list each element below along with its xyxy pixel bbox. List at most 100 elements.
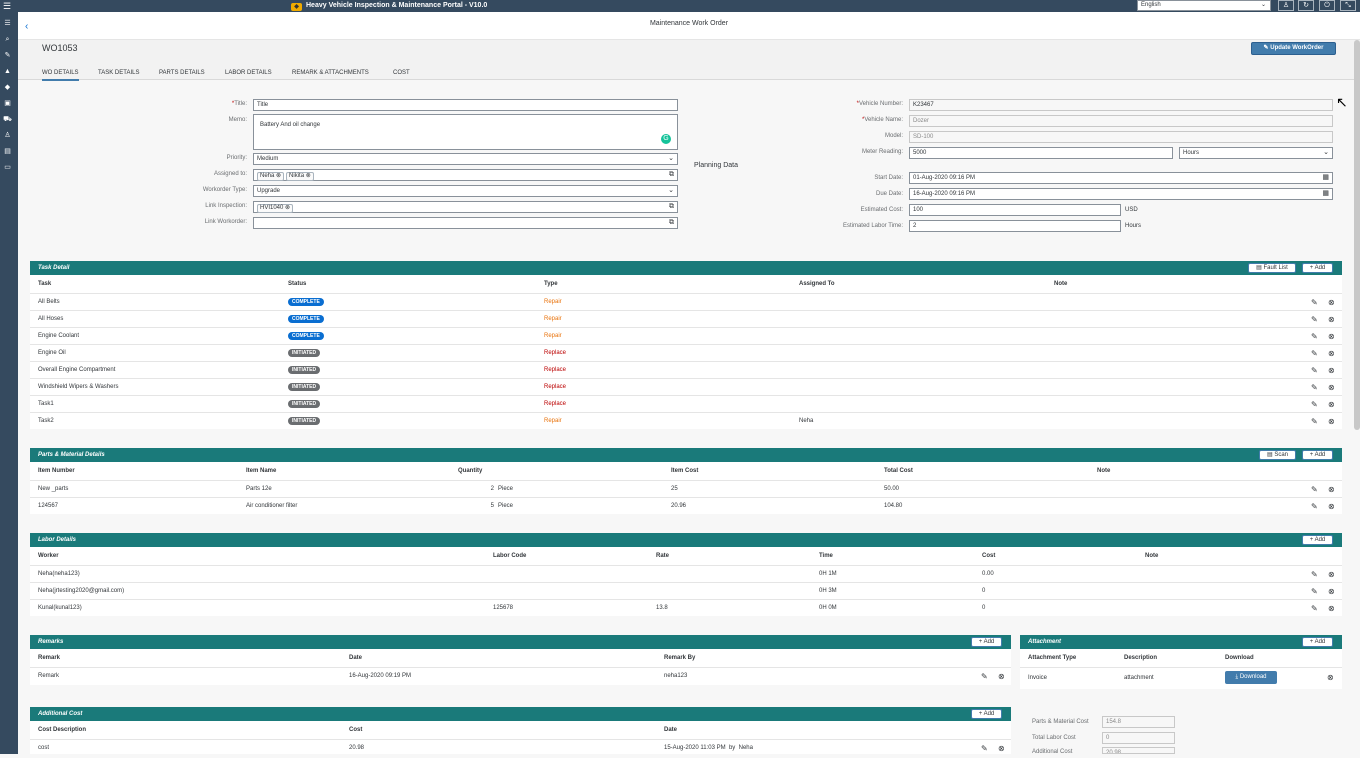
sidebar-diamond-icon[interactable]: ◆ [2,83,13,92]
item-quantity: 5 [490,503,494,509]
estimated-cost-input[interactable]: 100 [909,204,1121,216]
delete-icon[interactable]: ⊗ [1328,481,1335,498]
sidebar-image-icon[interactable]: ▣ [2,99,13,108]
link-workorder-input[interactable]: ⧉ [253,217,678,229]
inspection-token[interactable]: HVI1040 ⊗ [257,204,294,213]
calendar-icon[interactable]: ▦ [1322,173,1329,183]
edit-icon[interactable]: ✎ [1311,566,1318,583]
tab-cost[interactable]: COST [393,69,410,77]
vehicle-number-input[interactable]: K23467 [909,99,1333,111]
task-name: All Hoses [38,316,64,322]
add-remark-button[interactable]: + Add [971,637,1002,647]
delete-icon[interactable]: ⊗ [1328,566,1335,583]
remarks-header: Remarks + Add [30,635,1011,649]
hamburger-menu-icon[interactable]: ☰ [2,1,12,11]
grammarly-icon[interactable]: G [661,134,671,144]
add-task-button[interactable]: + Add [1302,263,1333,273]
download-button[interactable]: ⤓ Download [1225,671,1277,684]
edit-icon[interactable]: ✎ [1311,600,1318,617]
tab-wo-details[interactable]: WO DETAILS [42,69,79,81]
add-attachment-button[interactable]: + Add [1302,637,1333,647]
scan-button[interactable]: ▤ Scan [1259,450,1296,460]
edit-icon[interactable]: ✎ [981,740,988,757]
sidebar-search-icon[interactable]: ⌕ [2,35,13,44]
add-cost-button[interactable]: + Add [971,709,1002,719]
edit-icon[interactable]: ✎ [1311,294,1318,311]
sidebar-wrench-icon[interactable]: ✎ [2,51,13,60]
delete-icon[interactable]: ⊗ [1328,583,1335,600]
fault-list-button[interactable]: ▤ Fault List [1248,263,1296,273]
sidebar-warning-icon[interactable]: ▲ [2,67,13,76]
col-labor-code: Labor Code [493,553,527,559]
edit-icon[interactable]: ✎ [1311,498,1318,515]
delete-icon[interactable]: ⊗ [1328,413,1335,430]
edit-icon[interactable]: ✎ [1311,345,1318,362]
tab-task-details[interactable]: TASK DETAILS [98,69,139,77]
due-date-label: Due Date: [875,191,903,197]
tab-labor-details[interactable]: LABOR DETAILS [225,69,272,77]
delete-icon[interactable]: ⊗ [1328,498,1335,515]
exit-fullscreen-icon[interactable]: ⤡ [1340,0,1356,11]
calendar-icon[interactable]: ▦ [1322,189,1329,199]
task-detail-header: Task Detail ▤ Fault List + Add [30,261,1342,275]
delete-icon[interactable]: ⊗ [1328,600,1335,617]
tab-remark-attachments[interactable]: REMARK & ATTACHMENTS [292,69,369,77]
value-help-icon[interactable]: ⧉ [669,170,674,180]
sidebar-list-icon[interactable]: ☰ [2,19,13,28]
delete-icon[interactable]: ⊗ [1327,668,1334,688]
meter-unit-select[interactable]: Hours ⌄ [1179,147,1333,159]
col-time: Time [819,553,833,559]
start-date-picker[interactable]: 01-Aug-2020 09:16 PM ▦ [909,172,1333,184]
language-select[interactable]: English ⌄ [1137,0,1271,11]
title-input[interactable]: Title [253,99,678,111]
assigned-multiinput[interactable]: Neha ⊗ Nikita ⊗ ⧉ [253,169,678,181]
delete-icon[interactable]: ⊗ [1328,379,1335,396]
due-date-picker[interactable]: 16-Aug-2020 09:16 PM ▦ [909,188,1333,200]
delete-icon[interactable]: ⊗ [998,668,1005,685]
tab-parts-details[interactable]: PARTS DETAILS [159,69,205,77]
memo-value: Battery And oil change [260,122,321,128]
edit-icon[interactable]: ✎ [1311,481,1318,498]
delete-icon[interactable]: ⊗ [1328,294,1335,311]
delete-icon[interactable]: ⊗ [1328,311,1335,328]
labor-cost: 0 [982,605,986,611]
col-total-cost: Total Cost [884,468,913,474]
page-scrollbar[interactable] [1354,40,1360,430]
edit-icon[interactable]: ✎ [1311,379,1318,396]
add-labor-button[interactable]: + Add [1302,535,1333,545]
delete-icon[interactable]: ⊗ [1328,345,1335,362]
edit-icon[interactable]: ✎ [981,668,988,685]
edit-icon[interactable]: ✎ [1311,413,1318,430]
meter-reading-input[interactable]: 5000 [909,147,1173,159]
edit-icon[interactable]: ✎ [1311,311,1318,328]
priority-select[interactable]: Medium ⌄ [253,153,678,165]
edit-icon[interactable]: ✎ [1311,328,1318,345]
assignee-token[interactable]: Nikita ⊗ [286,172,314,181]
sidebar-person-icon[interactable]: ♙ [2,131,13,140]
assignee-token[interactable]: Neha ⊗ [257,172,285,181]
assigned-label: Assigned to: [213,171,247,177]
edit-icon[interactable]: ✎ [1311,362,1318,379]
delete-icon[interactable]: ⊗ [1328,396,1335,413]
memo-textarea[interactable]: Battery And oil change G [253,114,678,150]
delete-icon[interactable]: ⊗ [998,740,1005,757]
labor-time-input[interactable]: 2 [909,220,1121,232]
update-workorder-button[interactable]: ✎ Update WorkOrder [1251,42,1336,55]
item-number: 124567 [38,503,59,509]
delete-icon[interactable]: ⊗ [1328,362,1335,379]
sidebar-card-icon[interactable]: ▭ [2,163,13,172]
edit-icon[interactable]: ✎ [1311,583,1318,600]
value-help-icon[interactable]: ⧉ [669,218,674,228]
add-part-button[interactable]: + Add [1302,450,1333,460]
power-icon[interactable]: ⏻ [1319,0,1335,11]
sidebar-report-icon[interactable]: ▤ [2,147,13,156]
refresh-icon[interactable]: ↻ [1298,0,1314,11]
user-icon[interactable]: ♙ [1278,0,1294,11]
link-inspection-input[interactable]: HVI1040 ⊗ ⧉ [253,201,678,213]
value-help-icon[interactable]: ⧉ [669,202,674,212]
delete-icon[interactable]: ⊗ [1328,328,1335,345]
task-detail-panel: Task Detail ▤ Fault List + Add Task Stat… [30,261,1342,429]
sidebar-truck-icon[interactable]: ⛟ [2,115,13,124]
workorder-type-select[interactable]: Upgrade ⌄ [253,185,678,197]
edit-icon[interactable]: ✎ [1311,396,1318,413]
